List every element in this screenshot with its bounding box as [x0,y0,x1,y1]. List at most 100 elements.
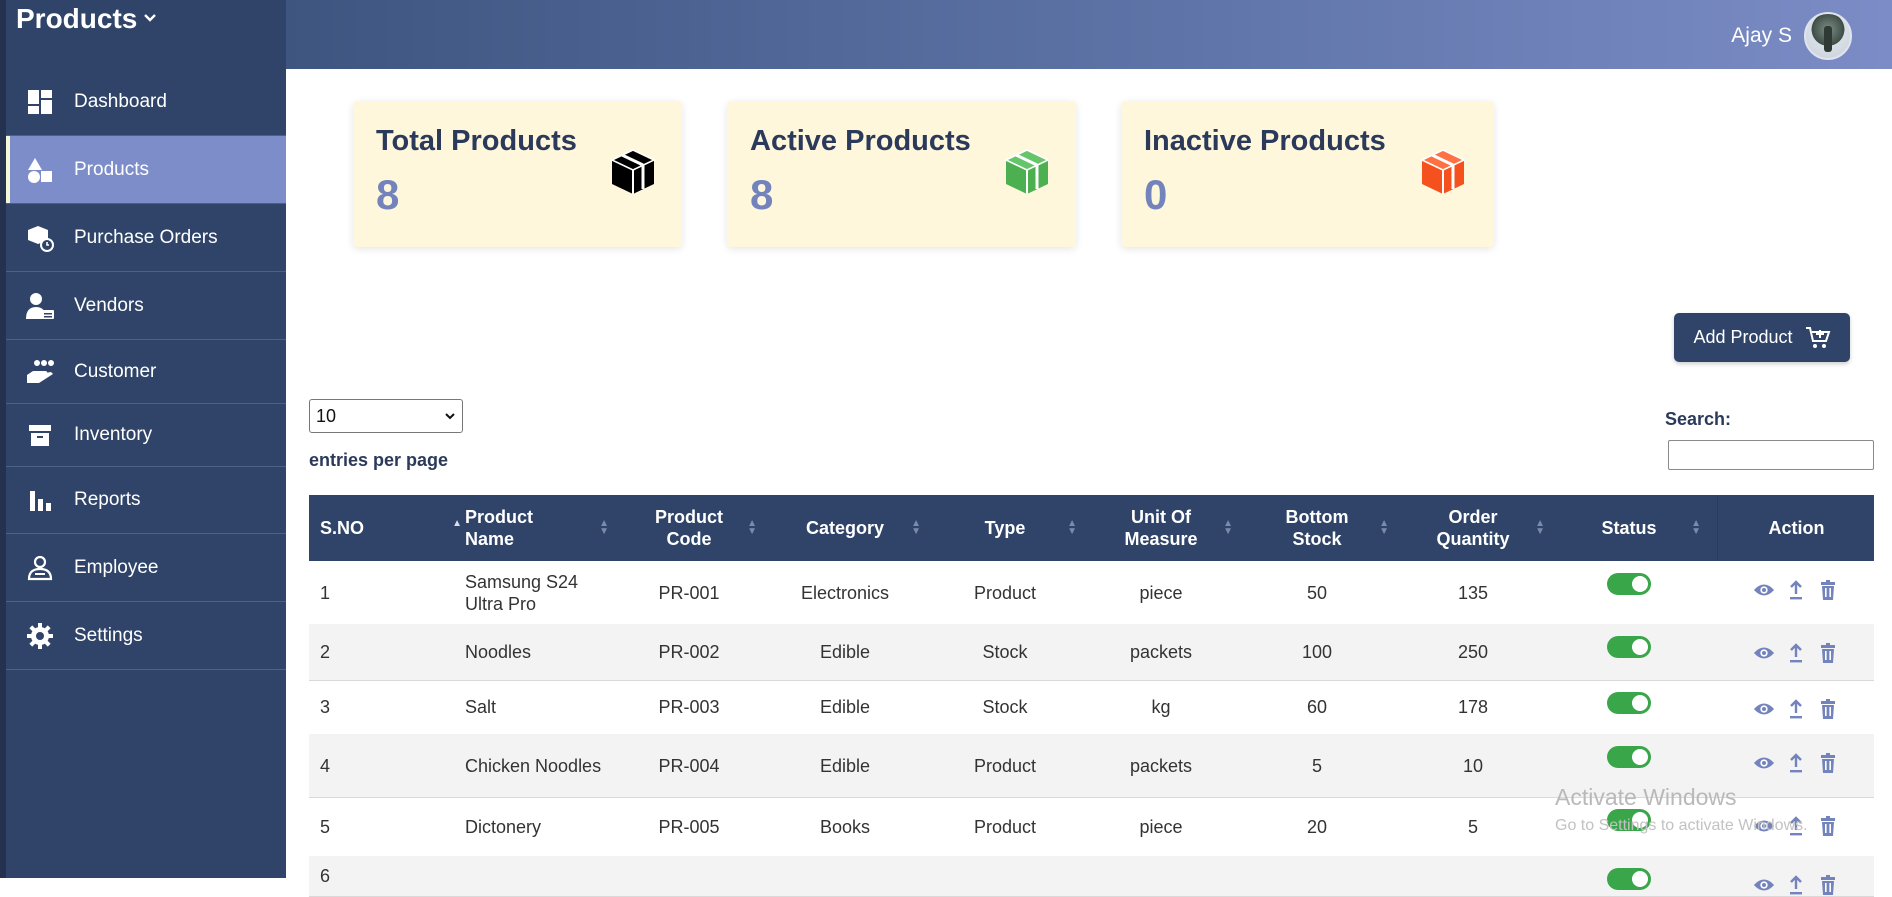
sidebar-item-label: Reports [74,489,141,510]
trash-icon[interactable] [1817,579,1839,601]
column-header-bottom-stock[interactable]: Bottom Stock ▲ ▼ [1239,495,1395,561]
trash-icon[interactable] [1817,752,1839,774]
sidebar-item-customer[interactable]: Customer [6,340,286,404]
cell-order: 135 [1457,582,1489,603]
box-icon [608,147,658,197]
trash-icon[interactable] [1817,874,1839,896]
column-header-type[interactable]: Type ▲ ▼ [927,495,1083,561]
status-toggle[interactable] [1607,809,1651,831]
hand-people-icon [24,356,56,388]
upload-icon[interactable] [1785,642,1807,664]
box-icon [1002,147,1052,197]
trash-icon[interactable] [1817,698,1839,720]
cell-code: PR-005 [658,816,720,837]
cell-bottom: 100 [1301,642,1333,662]
status-toggle[interactable] [1607,746,1651,768]
entries-per-page-label: entries per page [309,450,449,470]
column-header-label: Type [984,518,1026,538]
cell-bottom: 20 [1306,816,1328,837]
cell-uom [1083,856,1239,896]
table-row: 2 Noodles PR-002 Edible Stock packets 100 250 [309,624,1874,681]
status-toggle[interactable] [1607,868,1651,890]
view-icon[interactable] [1753,874,1775,896]
add-product-button[interactable]: Add Product [1674,313,1850,362]
status-toggle[interactable] [1607,573,1651,595]
dashboard-icon [24,86,56,118]
cell-actions [1717,734,1874,797]
column-header-label: Product Name [465,507,534,549]
view-icon[interactable] [1753,815,1775,837]
sidebar-brand-dropdown[interactable]: Products [16,0,157,38]
column-header-category[interactable]: Category ▲ ▼ [763,495,927,561]
trash-icon[interactable] [1817,642,1839,664]
cell-type [927,856,1083,896]
add-product-label: Add Product [1693,327,1793,347]
upload-icon[interactable] [1785,874,1807,896]
cell-actions [1717,624,1874,680]
column-header-product-code[interactable]: Product Code ▲ ▼ [615,495,763,561]
cell-category: Electronics [800,582,890,603]
sidebar-item-vendors[interactable]: Vendors [6,272,286,340]
status-toggle[interactable] [1607,636,1651,658]
cell-actions [1717,561,1874,624]
sidebar-item-label: Settings [74,624,143,646]
view-icon[interactable] [1753,579,1775,601]
user-menu[interactable]: Ajay S [1731,12,1852,60]
column-header-sno[interactable]: S.NO ▲ [309,495,468,561]
upload-icon[interactable] [1785,815,1807,837]
user-card-icon [24,290,56,322]
cell-order [1395,856,1551,896]
column-header-product-name[interactable]: Product Name ▲ ▼ [457,495,615,561]
sidebar-item-inventory[interactable]: Inventory [6,404,286,467]
status-toggle[interactable] [1607,692,1651,714]
cell-bottom: 50 [1306,582,1328,603]
column-header-label: Action [1768,518,1825,538]
sidebar-brand-label: Products [16,3,138,34]
cell-actions [1717,680,1874,734]
sort-icon: ▲ ▼ [747,518,757,537]
column-header-order-quantity[interactable]: Order Quantity ▲ ▼ [1395,495,1551,561]
upload-icon[interactable] [1785,579,1807,601]
cell-code [615,856,763,896]
sidebar-item-settings[interactable]: Settings [6,602,286,670]
view-icon[interactable] [1753,698,1775,720]
sidebar-item-label: Purchase Orders [74,226,218,248]
table-row: 1 Samsung S24 Ultra Pro PR-001 Electronics P… [309,561,1874,625]
sidebar-item-purchase-orders[interactable]: Purchase Orders [6,204,286,272]
shapes-icon [24,154,56,186]
active-products-card: Active Products 8 [727,101,1076,247]
cell-status [1551,680,1707,734]
cell-name: Salt [465,697,497,717]
card-value: 8 [750,171,774,218]
view-icon[interactable] [1753,752,1775,774]
cell-category [763,856,927,896]
cell-sno: 1 [320,582,331,603]
sidebar-item-employee[interactable]: Employee [6,534,286,602]
inactive-products-card: Inactive Products 0 [1121,101,1494,247]
column-header-unit-of-measure[interactable]: Unit Of Measure ▲ ▼ [1083,495,1239,561]
trash-icon[interactable] [1817,815,1839,837]
cell-actions [1717,856,1874,896]
upload-icon[interactable] [1785,752,1807,774]
column-header-status[interactable]: Status ▲ ▼ [1551,495,1707,561]
search-input[interactable] [1668,440,1874,470]
cell-uom: packets [1129,755,1193,776]
box-clock-icon [24,222,56,254]
sidebar-item-dashboard[interactable]: Dashboard [6,68,286,136]
bar-chart-icon [24,484,56,516]
sidebar-item-products[interactable]: Products [6,136,286,204]
entries-per-page-select[interactable]: 10 [309,399,463,433]
cell-uom: packets [1129,642,1193,662]
cell-order: 250 [1457,642,1489,662]
view-icon[interactable] [1753,642,1775,664]
sidebar-item-label: Employee [74,556,159,578]
cell-order: 5 [1467,816,1478,837]
chevron-down-icon [143,9,157,30]
cell-sno: 4 [320,755,331,776]
cell-status [1551,734,1707,797]
column-header-action: Action [1717,495,1875,561]
search-label: Search: [1665,409,1732,429]
sidebar-item-reports[interactable]: Reports [6,467,286,534]
upload-icon[interactable] [1785,698,1807,720]
table-header: S.NO ▲ Product Name ▲ ▼ Product Code ▲ ▼ Cate… [309,495,1874,561]
